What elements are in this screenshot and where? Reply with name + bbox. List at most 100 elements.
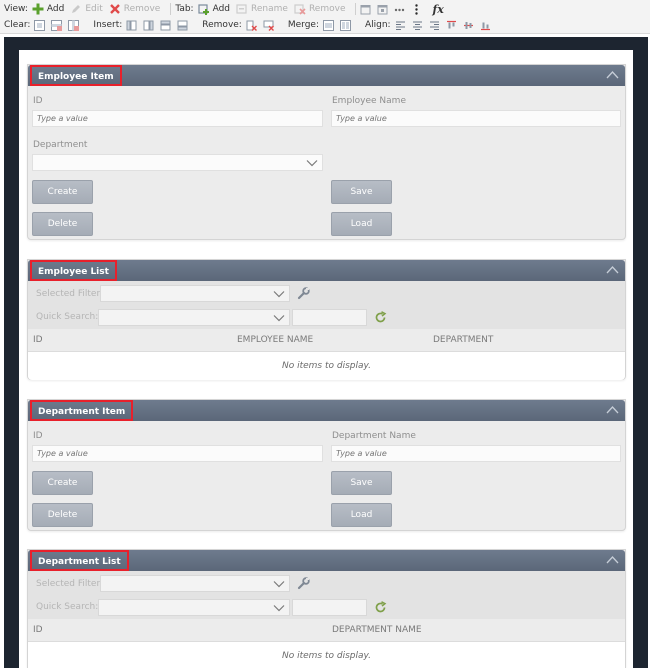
column-header-employee-name[interactable]: EMPLOYEE NAME xyxy=(237,335,313,345)
align-label: Align: xyxy=(364,20,391,30)
add-tab-label: Add xyxy=(212,4,231,14)
calendar-plus-icon[interactable] xyxy=(377,4,388,15)
toolbar-row-layout: Clear: Insert: Remove: Merge: Align: xyxy=(4,17,497,33)
rename-tab-label: Rename xyxy=(251,4,288,14)
chevron-down-icon xyxy=(273,314,285,322)
wrench-icon[interactable] xyxy=(297,577,310,590)
department-name-label: Department Name xyxy=(332,431,416,441)
delete-department-button[interactable]: Delete xyxy=(32,503,93,527)
chevron-down-icon xyxy=(273,290,285,298)
department-list-panel: Department List Selected Filter: Quick S… xyxy=(27,549,626,668)
quick-search-field-dropdown[interactable] xyxy=(98,599,290,616)
align-top-icon[interactable] xyxy=(446,20,457,31)
add-tab-button[interactable]: Add xyxy=(197,3,231,15)
merge-cells-icon[interactable] xyxy=(322,19,334,31)
insert-row-above-icon[interactable] xyxy=(160,20,171,31)
employee-list-header[interactable]: Employee List xyxy=(28,260,625,281)
remove-column-icon[interactable] xyxy=(246,20,257,31)
department-list-header[interactable]: Department List xyxy=(28,550,625,571)
align-right-icon[interactable] xyxy=(429,20,440,31)
department-id-input[interactable] xyxy=(32,445,323,462)
load-department-button[interactable]: Load xyxy=(331,503,392,527)
save-employee-button[interactable]: Save xyxy=(331,180,392,204)
rename-tab-icon xyxy=(236,3,248,15)
merge-label: Merge: xyxy=(287,20,319,30)
align-center-icon[interactable] xyxy=(412,20,423,31)
pencil-icon xyxy=(70,3,82,15)
clear-label: Clear: xyxy=(4,20,31,30)
employee-list-panel: Employee List Selected Filter: Quick Sea… xyxy=(27,259,626,380)
chevron-up-icon[interactable] xyxy=(606,405,619,415)
department-list-title: Department List xyxy=(30,550,129,571)
column-header-department-name[interactable]: DEPARTMENT NAME xyxy=(332,625,422,635)
add-view-button[interactable]: Add xyxy=(32,3,64,15)
clear-column-icon[interactable] xyxy=(68,19,80,31)
chevron-down-icon xyxy=(306,159,318,167)
quick-search-input[interactable] xyxy=(292,309,367,326)
employee-item-header[interactable]: Employee Item xyxy=(28,65,625,86)
clear-row-icon[interactable] xyxy=(51,19,63,31)
insert-column-left-icon[interactable] xyxy=(126,20,137,31)
selected-filter-dropdown[interactable] xyxy=(100,285,290,302)
chevron-up-icon[interactable] xyxy=(606,70,619,80)
formula-glyph: fx xyxy=(432,2,444,16)
remove-tab-icon xyxy=(294,3,306,15)
quick-search-input[interactable] xyxy=(292,599,367,616)
remove-view-label: Remove xyxy=(123,4,161,14)
department-dropdown[interactable] xyxy=(32,154,323,171)
calendar-icon[interactable] xyxy=(360,4,371,15)
quick-search-field-dropdown[interactable] xyxy=(98,309,290,326)
refresh-icon[interactable] xyxy=(374,311,387,324)
create-employee-button[interactable]: Create xyxy=(32,180,93,204)
selected-filter-label: Selected Filter: xyxy=(36,289,104,299)
employee-name-input[interactable] xyxy=(331,110,621,127)
employee-item-panel: Employee Item ID Employee Name Departmen… xyxy=(27,64,626,240)
wrench-icon[interactable] xyxy=(297,287,310,300)
red-x-icon xyxy=(109,3,121,15)
department-item-panel: Department Item ID Department Name Creat… xyxy=(27,399,626,531)
employee-list-empty-message: No items to display. xyxy=(28,351,625,380)
remove-view-button[interactable]: Remove xyxy=(109,3,161,15)
department-list-empty-message: No items to display. xyxy=(28,641,625,668)
selected-filter-dropdown[interactable] xyxy=(100,575,290,592)
insert-row-below-icon[interactable] xyxy=(177,20,188,31)
vertical-dots-icon[interactable] xyxy=(411,3,422,15)
toolbar-row-view: View: Add Edit Remove Tab: Add Rename Re… xyxy=(4,1,450,17)
employee-list-filter-bar: Selected Filter: Quick Search: xyxy=(28,281,625,329)
remove-label: Remove: xyxy=(202,20,242,30)
refresh-icon[interactable] xyxy=(374,601,387,614)
align-left-icon[interactable] xyxy=(395,20,406,31)
ellipsis-icon[interactable] xyxy=(394,4,405,15)
delete-employee-button[interactable]: Delete xyxy=(32,212,93,236)
align-middle-icon[interactable] xyxy=(463,20,474,31)
save-department-button[interactable]: Save xyxy=(331,471,392,495)
department-name-input[interactable] xyxy=(331,445,621,462)
add-view-label: Add xyxy=(46,4,65,14)
remove-tab-button[interactable]: Remove xyxy=(294,3,345,15)
create-department-button[interactable]: Create xyxy=(32,471,93,495)
chevron-up-icon[interactable] xyxy=(606,265,619,275)
employee-list-title: Employee List xyxy=(30,260,117,281)
remove-row-icon[interactable] xyxy=(263,20,274,31)
toolbar-divider xyxy=(170,3,172,15)
edit-view-button[interactable]: Edit xyxy=(70,3,103,15)
clear-cell-icon[interactable] xyxy=(34,19,46,31)
load-employee-button[interactable]: Load xyxy=(331,212,392,236)
formula-button[interactable]: fx xyxy=(432,3,443,16)
align-bottom-icon[interactable] xyxy=(480,20,491,31)
tab-label: Tab: xyxy=(175,4,194,14)
add-tab-icon xyxy=(197,3,210,15)
toolbar-divider xyxy=(355,3,357,15)
unmerge-cells-icon[interactable] xyxy=(339,19,351,31)
insert-column-right-icon[interactable] xyxy=(143,20,154,31)
employee-list-column-header: ID EMPLOYEE NAME DEPARTMENT xyxy=(28,329,625,351)
view-label: View: xyxy=(4,4,28,14)
chevron-up-icon[interactable] xyxy=(606,555,619,565)
column-header-id[interactable]: ID xyxy=(33,335,43,345)
id-label: ID xyxy=(33,431,43,441)
employee-id-input[interactable] xyxy=(32,110,323,127)
rename-tab-button[interactable]: Rename xyxy=(236,3,288,15)
column-header-department[interactable]: DEPARTMENT xyxy=(433,335,493,345)
column-header-id[interactable]: ID xyxy=(33,625,43,635)
department-item-header[interactable]: Department Item xyxy=(28,400,625,421)
